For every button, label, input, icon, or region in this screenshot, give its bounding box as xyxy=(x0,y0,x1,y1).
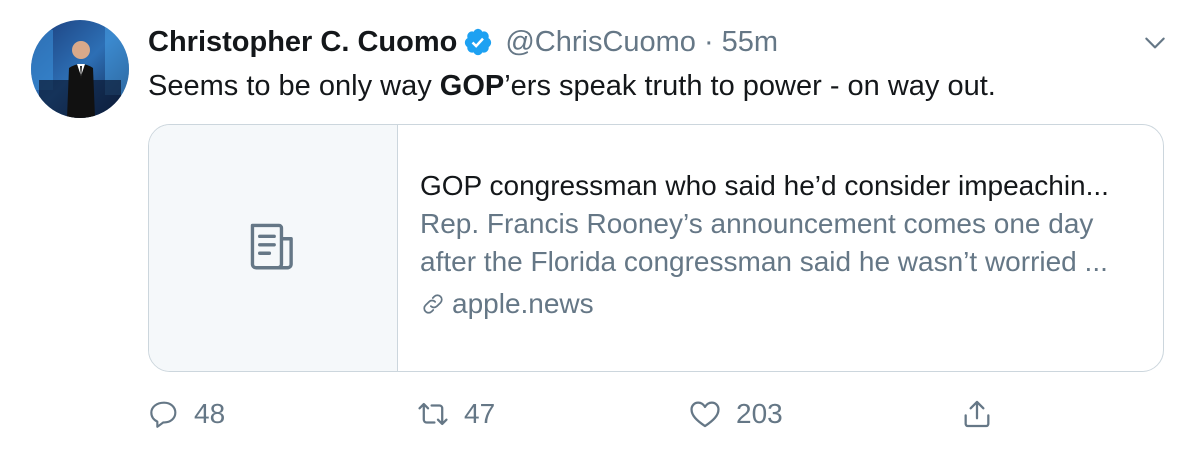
share-button[interactable] xyxy=(960,392,994,436)
like-count: 203 xyxy=(736,398,783,429)
avatar[interactable] xyxy=(31,20,129,118)
chevron-down-icon[interactable] xyxy=(1140,28,1170,58)
card-link: apple.news xyxy=(420,285,1141,323)
separator-dot: · xyxy=(703,25,714,58)
card-description-line2: after the Florida congressman said he wa… xyxy=(420,246,1108,277)
card-body: GOP congressman who said he’d consider i… xyxy=(398,125,1163,371)
card-domain: apple.news xyxy=(452,288,594,319)
retweet-count: 47 xyxy=(464,398,496,429)
card-title: GOP congressman who said he’d consider i… xyxy=(420,170,1109,201)
tweet-text-end: ’ers speak truth to power - on way out. xyxy=(504,70,996,102)
document-icon xyxy=(244,217,302,280)
link-icon xyxy=(420,291,446,317)
tweet-actions: 48 47 203 xyxy=(148,392,1048,436)
reply-icon xyxy=(148,398,180,430)
tweet-text-start: Seems to be only way xyxy=(148,70,440,102)
tweet-header: Christopher C. Cuomo @ChrisCuomo · 55m xyxy=(148,22,778,62)
link-card[interactable]: GOP congressman who said he’d consider i… xyxy=(148,124,1164,372)
like-button[interactable]: 203 xyxy=(688,392,783,436)
reply-button[interactable]: 48 xyxy=(148,392,225,436)
tweet-timestamp[interactable]: 55m xyxy=(722,26,778,59)
reply-count: 48 xyxy=(194,398,226,429)
verified-badge-icon xyxy=(463,27,493,57)
card-description-line1: Rep. Francis Rooney’s announcement comes… xyxy=(420,208,1094,239)
tweet-text-bold: GOP xyxy=(439,70,505,102)
card-thumbnail xyxy=(149,125,398,371)
retweet-button[interactable]: 47 xyxy=(416,392,495,436)
author-name[interactable]: Christopher C. Cuomo xyxy=(148,26,457,59)
share-icon xyxy=(960,397,994,431)
retweet-icon xyxy=(416,397,450,431)
heart-icon xyxy=(688,397,722,431)
tweet-text: Seems to be only way GOP’ers speak truth… xyxy=(148,66,996,106)
author-handle[interactable]: @ChrisCuomo xyxy=(505,26,696,59)
